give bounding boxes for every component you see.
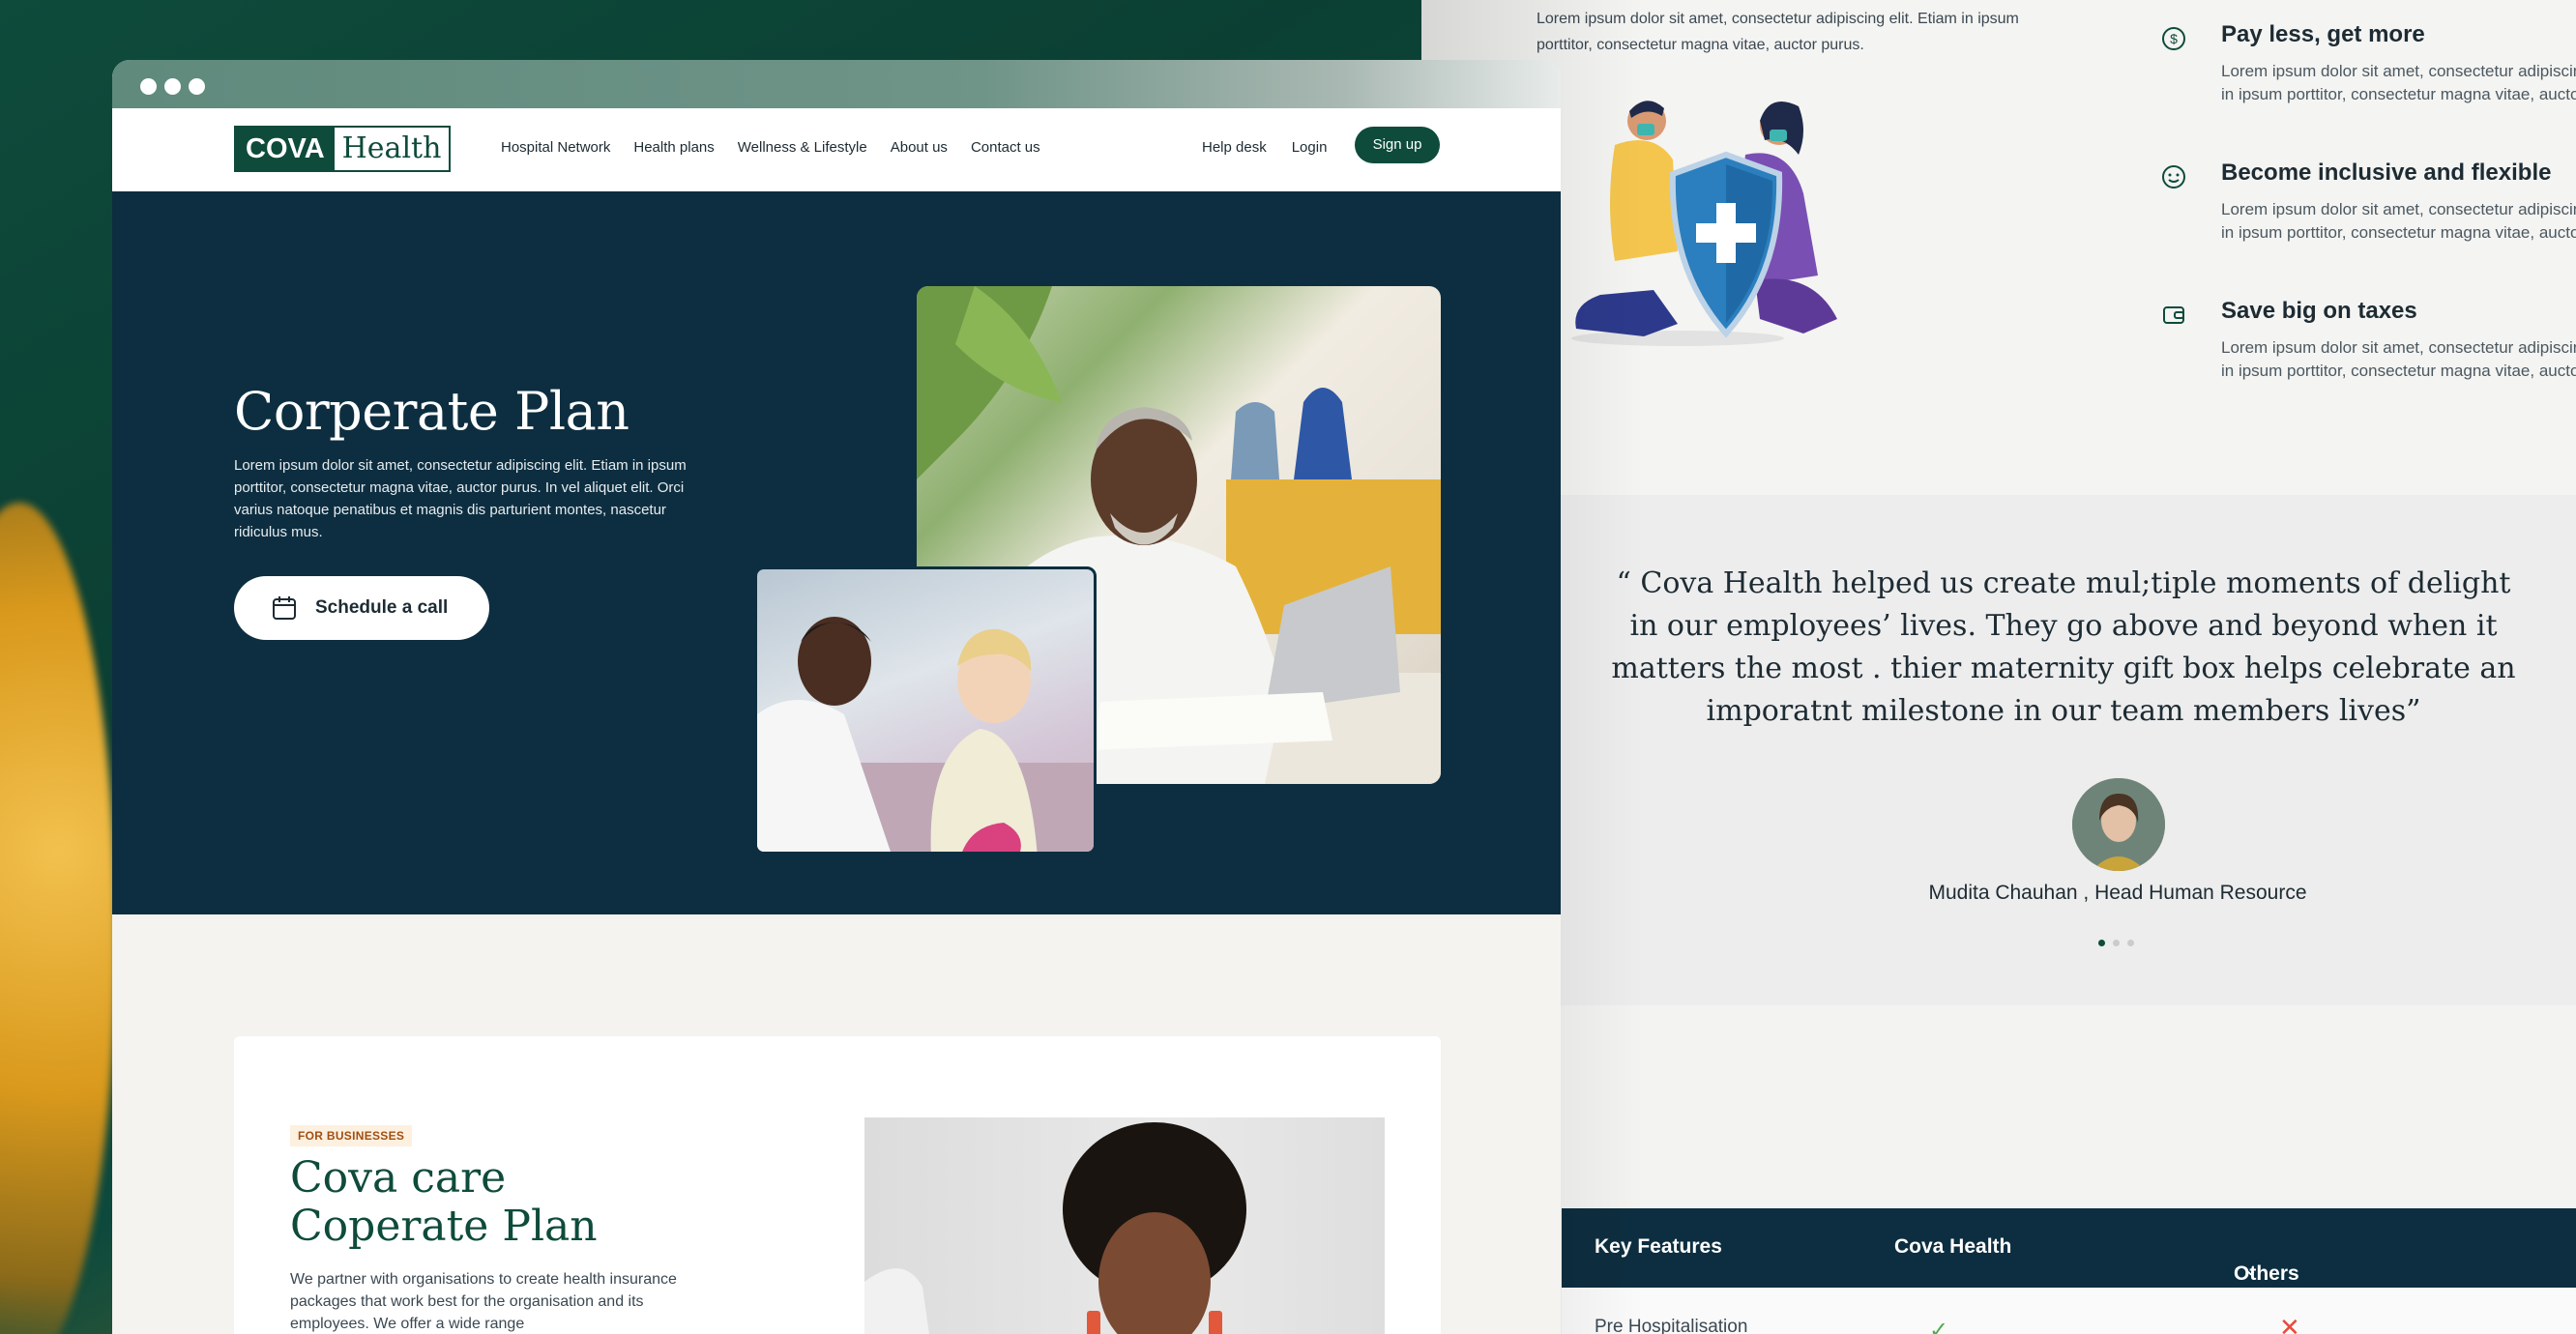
- card-title: Cova care Coperate Plan: [290, 1153, 598, 1251]
- browser-titlebar: [112, 60, 1561, 108]
- right-page-preview: Lorem ipsum dolor sit amet, consectetur …: [1421, 0, 2576, 1334]
- business-plan-card: FOR BUSINESSES Cova care Coperate Plan W…: [234, 1036, 1441, 1334]
- spacer: [1421, 1005, 2576, 1208]
- help-desk-link[interactable]: Help desk: [1202, 139, 1267, 156]
- calendar-icon: [273, 596, 296, 620]
- main-nav: Hospital Network Health plans Wellness &…: [501, 139, 1040, 156]
- table-row: Pre Hospitalisation ✓ ✕: [1562, 1288, 2576, 1334]
- carousel-dots[interactable]: [2098, 940, 2134, 946]
- avatar: [2072, 778, 2165, 871]
- benefits-section: Lorem ipsum dolor sit amet, consectetur …: [1421, 0, 2576, 495]
- testimonial-section: “ Cova Health helped us create mul;tiple…: [1421, 495, 2576, 1005]
- hero-section: Corperate Plan Lorem ipsum dolor sit ame…: [112, 191, 1561, 914]
- carousel-dot[interactable]: [2113, 940, 2120, 946]
- column-header-features: Key Features: [1595, 1235, 1722, 1258]
- hero-description: Lorem ipsum dolor sit amet, consectetur …: [234, 457, 687, 540]
- for-businesses-badge: FOR BUSINESSES: [290, 1125, 413, 1146]
- benefit-title: Pay less, get more: [2221, 21, 2425, 47]
- sign-up-button[interactable]: Sign up: [1355, 127, 1440, 163]
- svg-text:$: $: [2170, 31, 2178, 46]
- nav-link-about[interactable]: About us: [891, 139, 948, 156]
- nav-utilities: Help desk Login: [1202, 139, 1327, 156]
- doctor-child-photo: [754, 566, 1097, 855]
- nav-link-hospital-network[interactable]: Hospital Network: [501, 139, 610, 156]
- column-header-cova: Cova Health: [1894, 1235, 2012, 1258]
- schedule-call-button[interactable]: Schedule a call: [234, 576, 489, 640]
- chevron-down-icon: ⌄: [2245, 1262, 2257, 1278]
- benefit-desc: Lorem ipsum dolor sit amet, consectetur …: [2221, 200, 2576, 242]
- benefit-desc: Lorem ipsum dolor sit amet, consectetur …: [2221, 62, 2576, 103]
- benefit-title: Save big on taxes: [2221, 298, 2417, 324]
- nav-link-health-plans[interactable]: Health plans: [633, 139, 714, 156]
- comparison-table-header: Key Features Cova Health Others ⌄: [1562, 1208, 2576, 1288]
- nav-link-contact[interactable]: Contact us: [971, 139, 1040, 156]
- row-label: Pre Hospitalisation: [1595, 1317, 1748, 1334]
- intro-text: Lorem ipsum dolor sit amet, consectetur …: [1537, 11, 2019, 53]
- window-dot[interactable]: [189, 78, 205, 95]
- cross-icon: ✕: [2279, 1313, 2300, 1334]
- nav-link-wellness[interactable]: Wellness & Lifestyle: [738, 139, 867, 156]
- login-link[interactable]: Login: [1292, 139, 1328, 156]
- page-title: Corperate Plan: [234, 381, 629, 442]
- schedule-call-label: Schedule a call: [315, 597, 449, 618]
- carousel-dot[interactable]: [2098, 940, 2105, 946]
- testimonial-quote: “ Cova Health helped us create mul;tiple…: [1611, 566, 2516, 728]
- window-controls: [140, 78, 205, 95]
- browser-window: COVA Health Hospital Network Health plan…: [112, 60, 1561, 1334]
- testimonial-author: Mudita Chauhan , Head Human Resource: [1928, 882, 2307, 904]
- logo-cova: COVA: [236, 128, 335, 170]
- check-icon: ✓: [1929, 1318, 1949, 1334]
- wallet-icon: [2163, 306, 2184, 324]
- window-dot[interactable]: [140, 78, 157, 95]
- site-header: COVA Health Hospital Network Health plan…: [112, 108, 1561, 191]
- cova-health-logo[interactable]: COVA Health: [234, 126, 452, 172]
- logo-health: Health: [341, 131, 442, 165]
- card-description: We partner with organisations to create …: [290, 1271, 677, 1332]
- dollar-circle-icon: $: [2162, 27, 2185, 50]
- woman-portrait-photo: [864, 1117, 1385, 1334]
- insurance-shield-illustration: [1571, 101, 1837, 346]
- benefit-title: Become inclusive and flexible: [2221, 160, 2552, 186]
- carousel-dot[interactable]: [2127, 940, 2134, 946]
- smiley-icon: [2162, 165, 2185, 188]
- benefit-desc: Lorem ipsum dolor sit amet, consectetur …: [2221, 338, 2576, 380]
- window-dot[interactable]: [164, 78, 181, 95]
